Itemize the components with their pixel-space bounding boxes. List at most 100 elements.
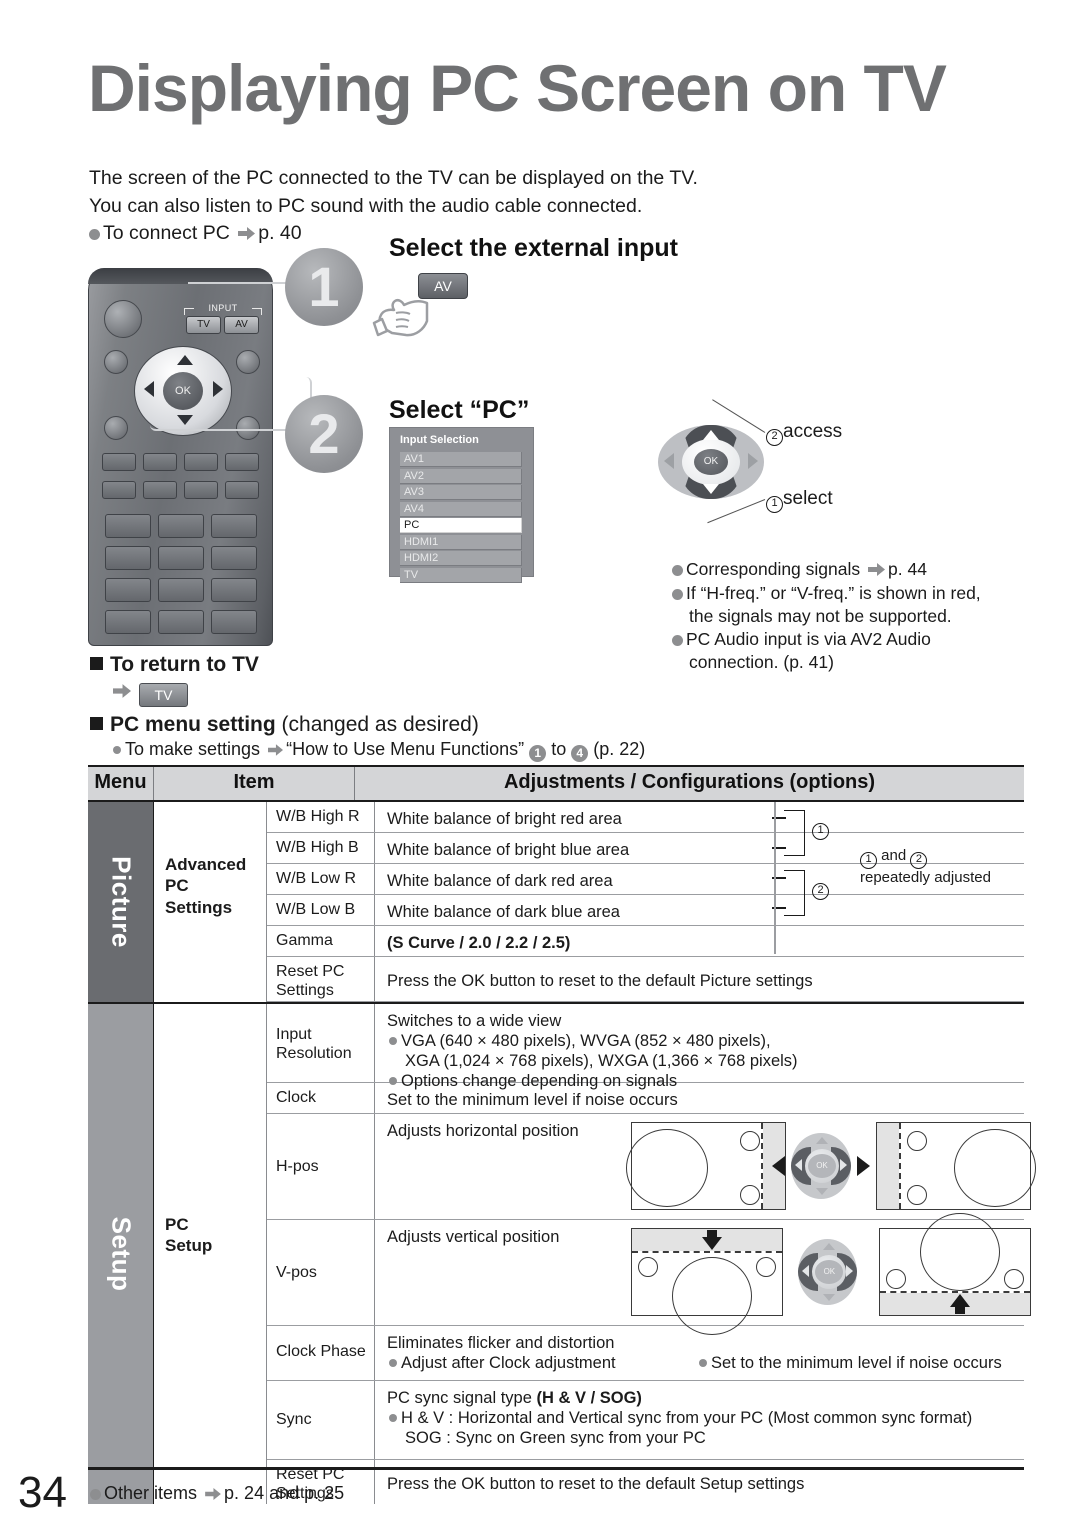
input-option-tv[interactable]: TV — [400, 567, 522, 583]
remote-key — [157, 578, 204, 602]
dpad-up-arrow-icon — [815, 1137, 828, 1144]
row-desc: Switches to a wide view VGA (640 × 480 p… — [375, 1004, 1024, 1090]
callout-access: 2 access — [766, 421, 842, 446]
small-circle — [885, 1269, 906, 1289]
row-name: Input Resolution — [267, 1004, 375, 1082]
footer-note-text: Other items — [104, 1483, 198, 1503]
input-selection-title: Input Selection — [400, 434, 479, 446]
arrow-right-icon — [868, 559, 886, 581]
arrow-right-icon — [238, 221, 256, 249]
hpos-diagram: OK — [626, 1122, 1036, 1210]
remote-key — [225, 481, 259, 499]
small-circle — [756, 1257, 777, 1277]
remote-key — [184, 481, 218, 499]
input-option-pc[interactable]: PC — [400, 518, 522, 533]
pointing-hand-icon — [370, 293, 430, 339]
dpad-horizontal-diagram: OK — [790, 1133, 852, 1199]
remote-key — [104, 514, 151, 538]
av-key-callout: AV — [418, 273, 468, 299]
bracket-2 — [784, 870, 805, 916]
row-sub: XGA (1,024 × 768 pixels), WXGA (1,366 × … — [387, 1051, 1024, 1071]
input-selection-list: AV1 AV2 AV3 AV4 PC HDMI1 HDMI2 TV — [400, 452, 522, 584]
dpad-right-arrow-icon — [846, 1265, 854, 1277]
item-line: Settings — [165, 897, 233, 917]
input-option-av2[interactable]: AV2 — [400, 468, 522, 484]
arrow-stem — [707, 1230, 717, 1238]
big-circle — [954, 1129, 1036, 1207]
pc-menu-sub-ref: “How to Use Menu Functions” — [286, 739, 525, 759]
hpos-screen-left — [626, 1122, 786, 1210]
bullet-dot-icon — [113, 746, 121, 754]
row-desc-main: PC sync signal type — [387, 1389, 537, 1407]
note-text: If “H-freq.” or “V-freq.” is shown in re… — [686, 583, 981, 604]
settings-table: Menu Item Adjustments / Configurations (… — [88, 765, 1036, 1504]
note-text: PC Audio input is via AV2 Audio — [686, 629, 931, 650]
remote-key — [157, 546, 204, 570]
input-option-av3[interactable]: AV3 — [400, 485, 522, 500]
row-sub: VGA (640 × 480 pixels), WVGA (852 × 480 … — [387, 1031, 1024, 1051]
row-desc: Set to the minimum level if noise occurs — [387, 1091, 678, 1109]
square-bullet-icon — [90, 717, 103, 730]
row-sub-text: Adjust after Clock adjustment — [401, 1354, 616, 1373]
remote-key — [102, 481, 136, 499]
remote-key-row — [88, 610, 273, 634]
dpad-ok-label: OK — [694, 449, 728, 475]
menu-label-picture: Picture — [106, 856, 136, 948]
small-circle — [907, 1131, 928, 1151]
item-line: PC — [165, 876, 189, 896]
row-sub-right: Set to the minimum level if noise occurs — [699, 1353, 1002, 1373]
remote-ok-button: OK — [175, 385, 191, 397]
input-option-hdmi2[interactable]: HDMI2 — [400, 551, 522, 566]
row-desc: PC sync signal type (H & V / SOG) H & V … — [375, 1381, 1024, 1459]
annotation-and: and — [881, 847, 907, 864]
picture-annotation-overlay: 1 2 1 and 2 repeatedly adjusted — [772, 802, 1024, 1002]
small-circle — [907, 1185, 928, 1205]
pc-menu-setting-sublabel: (changed as desired) — [281, 713, 479, 736]
page-title: Displaying PC Screen on TV — [88, 51, 947, 125]
input-option-av1[interactable]: AV1 — [400, 452, 522, 467]
circled-number-2: 2 — [766, 429, 783, 446]
remote-key — [102, 453, 136, 471]
dpad-up-arrow-icon — [823, 1243, 836, 1250]
input-option-av4[interactable]: AV4 — [400, 501, 522, 517]
pc-menu-sub-page: (p. 22) — [593, 739, 646, 759]
row-name: Clock Phase — [267, 1326, 375, 1380]
dpad-vertical-diagram: OK — [798, 1239, 858, 1305]
dashed-guide — [899, 1123, 902, 1209]
note-ref: p. 44 — [888, 559, 927, 579]
bullet-dot-icon — [672, 565, 683, 576]
remote-round-button — [236, 350, 260, 374]
remote-key — [210, 578, 257, 602]
row-name: V-pos — [267, 1220, 375, 1325]
table-row: H-pos Adjusts horizontal position OK — [267, 1114, 1036, 1220]
arrow-right-icon — [268, 740, 284, 761]
bullet-dot-icon — [389, 1037, 397, 1046]
small-circle — [740, 1131, 760, 1151]
small-circle — [1004, 1269, 1024, 1289]
bullet-dot-icon — [89, 229, 100, 241]
input-option-hdmi1[interactable]: HDMI1 — [400, 534, 522, 550]
notes-list: Corresponding signals p. 44 If “H-freq.”… — [672, 558, 1024, 674]
dpad-down-arrow-icon — [823, 1294, 836, 1301]
vpos-screen-right — [878, 1213, 1031, 1316]
return-to-tv-heading: To return to TV — [90, 653, 259, 677]
table-row: Input Resolution Switches to a wide view… — [267, 1004, 1024, 1090]
remote-round-button — [104, 350, 128, 374]
dpad-left-icon — [144, 381, 154, 397]
arrow-right-icon — [113, 684, 131, 703]
shift-band — [877, 1123, 900, 1209]
bullet-dot-icon — [672, 635, 683, 647]
rows-column-picture: W/B High R White balance of bright red a… — [267, 802, 1024, 1002]
bullet-dot-icon — [699, 1359, 707, 1368]
vpos-diagram: OK — [631, 1213, 1031, 1335]
circled-number-2: 2 — [812, 883, 829, 900]
row-sub-text: VGA (640 × 480 pixels), WVGA (852 × 480 … — [401, 1032, 771, 1051]
remote-key — [225, 453, 259, 471]
row-name-line: Input — [276, 1026, 312, 1043]
row-sub: H & V : Horizontal and Vertical sync fro… — [387, 1408, 1024, 1428]
remote-key-row — [88, 481, 273, 499]
dpad-callout-diagram: OK — [658, 425, 764, 499]
row-desc-main: Eliminates flicker and distortion — [387, 1334, 615, 1352]
bullet-dot-icon — [389, 1359, 397, 1368]
row-sub-text: SOG : Sync on Green sync from your PC — [405, 1429, 706, 1448]
